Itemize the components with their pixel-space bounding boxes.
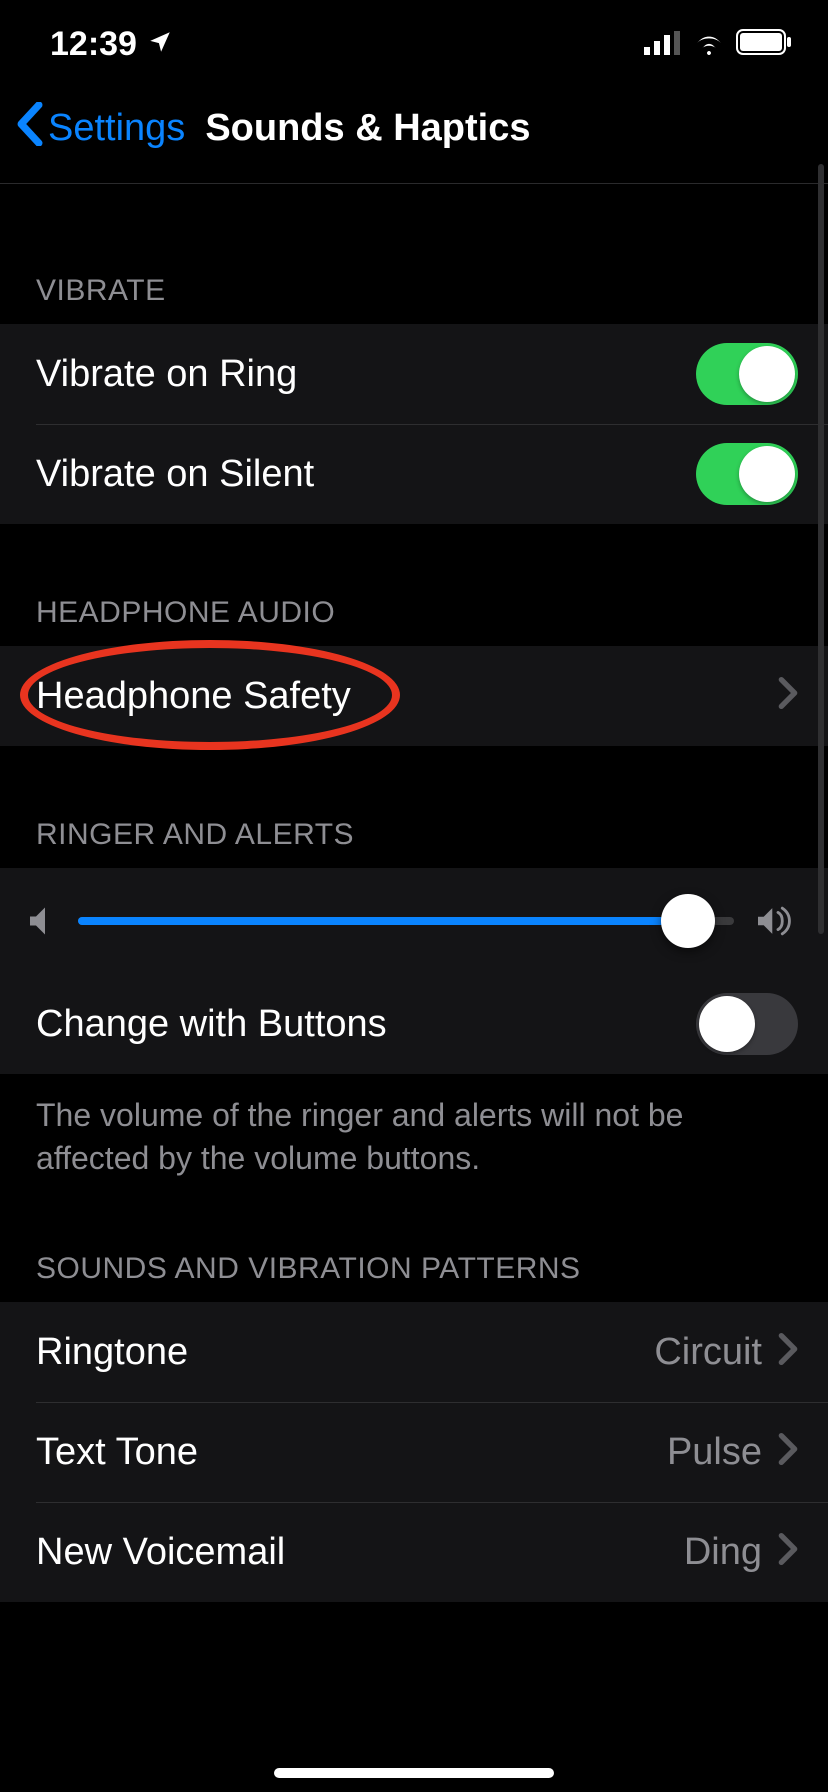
status-right (644, 25, 792, 64)
page-title: Sounds & Haptics (205, 107, 530, 150)
row-vibrate-on-ring[interactable]: Vibrate on Ring (0, 324, 828, 424)
speaker-min-icon (30, 906, 54, 936)
row-label: Ringtone (36, 1331, 188, 1374)
row-change-with-buttons[interactable]: Change with Buttons (0, 974, 828, 1074)
row-label: Vibrate on Ring (36, 353, 297, 396)
row-vibrate-on-silent[interactable]: Vibrate on Silent (0, 424, 828, 524)
toggle-vibrate-on-silent[interactable] (696, 443, 798, 505)
home-indicator (274, 1768, 554, 1778)
group-sounds-patterns: Ringtone Circuit Text Tone Pulse New Voi… (0, 1302, 828, 1602)
chevron-right-icon (778, 1330, 798, 1375)
back-button[interactable]: Settings (48, 107, 185, 150)
cellular-icon (644, 25, 682, 64)
row-label: Change with Buttons (36, 1003, 387, 1046)
footer-ringer-alerts: The volume of the ringer and alerts will… (0, 1074, 828, 1180)
chevron-right-icon (778, 674, 798, 719)
volume-slider[interactable] (78, 896, 734, 946)
section-header-sounds-patterns: SOUNDS AND VIBRATION PATTERNS (0, 1252, 828, 1302)
section-header-ringer-alerts: RINGER AND ALERTS (0, 818, 828, 868)
chevron-right-icon (778, 1530, 798, 1575)
toggle-vibrate-on-ring[interactable] (696, 343, 798, 405)
status-left: 12:39 (50, 25, 173, 64)
section-header-headphone-audio: HEADPHONE AUDIO (0, 596, 828, 646)
status-time: 12:39 (50, 25, 137, 64)
group-headphone-audio: Headphone Safety (0, 646, 828, 746)
back-chevron-icon[interactable] (16, 102, 44, 155)
speaker-max-icon (758, 906, 798, 936)
nav-bar: Settings Sounds & Haptics (0, 88, 828, 183)
wifi-icon (692, 25, 726, 64)
row-label: Vibrate on Silent (36, 453, 314, 496)
row-headphone-safety[interactable]: Headphone Safety (0, 646, 828, 746)
row-label: Headphone Safety (36, 675, 351, 718)
row-label: New Voicemail (36, 1531, 285, 1574)
row-volume-slider (0, 868, 828, 974)
toggle-change-with-buttons[interactable] (696, 993, 798, 1055)
scroll-indicator (818, 164, 824, 934)
row-value: Pulse (667, 1431, 762, 1474)
section-header-vibrate: VIBRATE (0, 274, 828, 324)
chevron-right-icon (778, 1430, 798, 1475)
location-icon (147, 25, 173, 64)
group-ringer-alerts: Change with Buttons (0, 868, 828, 1074)
battery-icon (736, 25, 792, 64)
row-new-voicemail[interactable]: New Voicemail Ding (0, 1502, 828, 1602)
row-label: Text Tone (36, 1431, 198, 1474)
status-bar: 12:39 (0, 0, 828, 88)
row-text-tone[interactable]: Text Tone Pulse (0, 1402, 828, 1502)
row-value: Ding (684, 1531, 762, 1574)
row-value: Circuit (654, 1331, 762, 1374)
group-vibrate: Vibrate on Ring Vibrate on Silent (0, 324, 828, 524)
row-ringtone[interactable]: Ringtone Circuit (0, 1302, 828, 1402)
